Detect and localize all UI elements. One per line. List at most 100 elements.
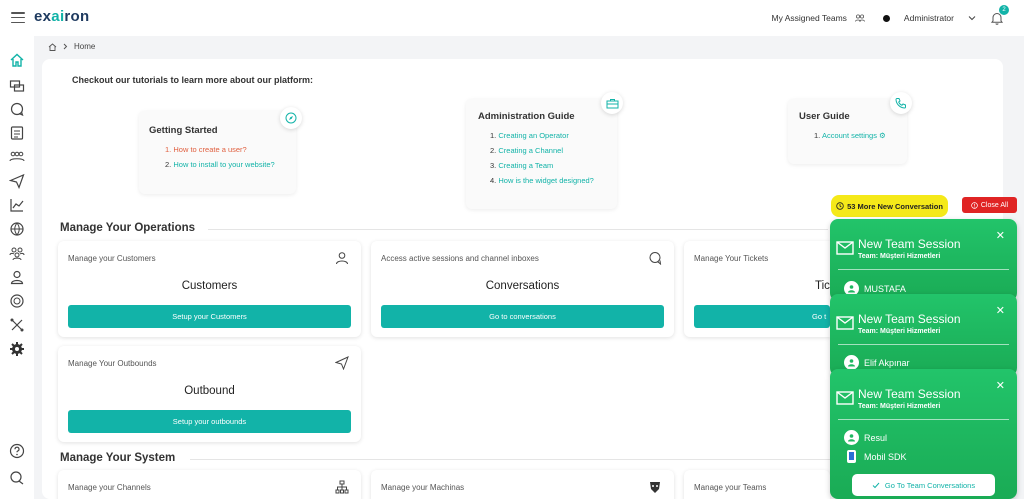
section-title-operations: Manage Your Operations xyxy=(60,222,196,234)
divider xyxy=(208,229,828,230)
notification-card[interactable]: New Team Session Team: Müşteri Hizmetler… xyxy=(830,369,1017,499)
guide-title: Administration Guide xyxy=(478,111,575,122)
guide-title: Getting Started xyxy=(149,125,218,136)
notification-user: Elif Akpınar xyxy=(844,355,910,370)
close-icon[interactable]: ✕ xyxy=(996,229,1005,242)
notification-user: Resul xyxy=(844,430,887,445)
card-title: Customers xyxy=(181,280,238,292)
inbox-icon[interactable] xyxy=(9,78,25,94)
card-outbound: Manage Your Outbounds Outbound Setup you… xyxy=(58,346,361,442)
guide-link[interactable]: 1. How to create a user? xyxy=(165,142,286,157)
chevron-down-icon[interactable] xyxy=(968,15,976,21)
guide-title: User Guide xyxy=(799,111,850,122)
close-icon[interactable]: ✕ xyxy=(996,379,1005,392)
help-icon[interactable] xyxy=(9,443,25,459)
user-icon[interactable] xyxy=(9,269,25,285)
divider xyxy=(838,419,1009,420)
card-customers: Manage your Customers Customers Setup yo… xyxy=(58,241,361,337)
customers-icon[interactable] xyxy=(9,149,25,165)
hierarchy-icon xyxy=(335,480,349,494)
menu-icon[interactable] xyxy=(11,12,25,23)
card-subtitle: Access active sessions and channel inbox… xyxy=(381,254,539,263)
avatar-icon xyxy=(844,430,859,445)
intro-text: Checkout our tutorials to learn more abo… xyxy=(72,75,314,85)
check-icon xyxy=(872,482,880,488)
card-subtitle: Manage your Customers xyxy=(68,254,156,263)
card-subtitle: Manage Your Tickets xyxy=(694,254,769,263)
sidebar xyxy=(0,36,34,499)
machina-icon[interactable] xyxy=(9,293,25,309)
close-icon[interactable]: ✕ xyxy=(996,304,1005,317)
machina-icon xyxy=(650,482,660,493)
notification-title: New Team Session xyxy=(858,237,961,251)
guide-getting-started: Getting Started 1. How to create a user?… xyxy=(139,111,296,194)
chevron-right-icon xyxy=(63,43,68,50)
notification-card[interactable]: New Team Session Team: Müşteri Hizmetler… xyxy=(830,219,1017,301)
status-dot xyxy=(882,14,890,22)
avatar-icon xyxy=(844,355,859,370)
go-to-team-conversations-button[interactable]: Go To Team Conversations xyxy=(852,474,995,496)
breadcrumb: Home xyxy=(48,42,95,51)
chart-icon[interactable] xyxy=(9,197,25,213)
card-subtitle: Manage Your Outbounds xyxy=(68,359,157,368)
alert-circle-icon xyxy=(971,201,978,209)
card-conversations: Access active sessions and channel inbox… xyxy=(371,241,674,337)
notification-title: New Team Session xyxy=(858,312,961,326)
tickets-button[interactable]: Go t xyxy=(694,305,830,328)
notification-card[interactable]: New Team Session Team: Müşteri Hizmetler… xyxy=(830,294,1017,376)
home-small-icon[interactable] xyxy=(48,42,57,51)
guide-link[interactable]: 2. Creating a Channel xyxy=(490,143,605,158)
card-channels: Manage your Channels xyxy=(58,470,361,499)
home-icon[interactable] xyxy=(9,52,25,68)
logo[interactable]: exairon xyxy=(34,8,90,25)
envelope-icon xyxy=(836,316,854,330)
section-title-system: Manage Your System xyxy=(60,452,176,464)
notification-title: New Team Session xyxy=(858,387,961,401)
divider xyxy=(190,459,830,460)
divider xyxy=(838,269,1009,270)
ticket-icon[interactable] xyxy=(9,125,25,141)
notification-badge: 2 xyxy=(999,5,1009,15)
assigned-teams-link[interactable]: My Assigned Teams xyxy=(771,13,846,23)
teams-icon[interactable] xyxy=(9,245,25,261)
setup-outbounds-button[interactable]: Setup your outbounds xyxy=(68,410,351,433)
send-icon xyxy=(335,356,349,370)
envelope-icon xyxy=(836,391,854,405)
go-to-conversations-button[interactable]: Go to conversations xyxy=(381,305,664,328)
guide-link[interactable]: 1. Account settings ⚙ xyxy=(814,128,896,143)
notification-team: Team: Müşteri Hizmetleri xyxy=(858,253,941,260)
chat-support-icon[interactable] xyxy=(9,470,25,486)
team-icon[interactable] xyxy=(855,14,865,22)
guide-link[interactable]: 3. Creating a Team xyxy=(490,158,605,173)
send-icon[interactable] xyxy=(9,173,25,189)
divider xyxy=(838,344,1009,345)
notification-bell[interactable]: 2 xyxy=(990,5,1009,25)
card-title: Tic xyxy=(815,280,830,292)
globe-icon[interactable] xyxy=(9,221,25,237)
user-menu[interactable]: Administrator xyxy=(904,13,954,23)
top-bar-right: My Assigned Teams Administrator 2 xyxy=(771,0,1009,36)
card-teams: Manage your Teams xyxy=(684,470,830,499)
card-machinas: Manage your Machinas xyxy=(371,470,674,499)
card-subtitle: Manage your Teams xyxy=(694,483,767,492)
briefcase-icon xyxy=(601,92,623,114)
close-all-button[interactable]: Close All xyxy=(962,197,1017,213)
integration-icon[interactable] xyxy=(9,317,25,333)
compass-icon xyxy=(280,107,302,129)
mobile-icon xyxy=(847,450,856,463)
more-new-conversations-badge[interactable]: 53 More New Conversation xyxy=(831,195,948,217)
chat-icon xyxy=(649,252,662,265)
breadcrumb-home[interactable]: Home xyxy=(74,42,95,51)
conversation-icon[interactable] xyxy=(9,101,25,117)
guide-link[interactable]: 1. Creating an Operator xyxy=(490,128,605,143)
person-icon xyxy=(336,252,348,265)
card-tickets: Manage Your Tickets Tic Go t xyxy=(684,241,830,337)
guide-link[interactable]: 4. How is the widget designed? xyxy=(490,173,605,188)
envelope-icon xyxy=(836,241,854,255)
card-subtitle: Manage your Machinas xyxy=(381,483,465,492)
settings-icon[interactable] xyxy=(9,341,25,357)
setup-customers-button[interactable]: Setup your Customers xyxy=(68,305,351,328)
card-subtitle: Manage your Channels xyxy=(68,483,151,492)
notification-team: Team: Müşteri Hizmetleri xyxy=(858,403,941,410)
guide-link[interactable]: 2. How to install to your website? xyxy=(165,157,286,172)
